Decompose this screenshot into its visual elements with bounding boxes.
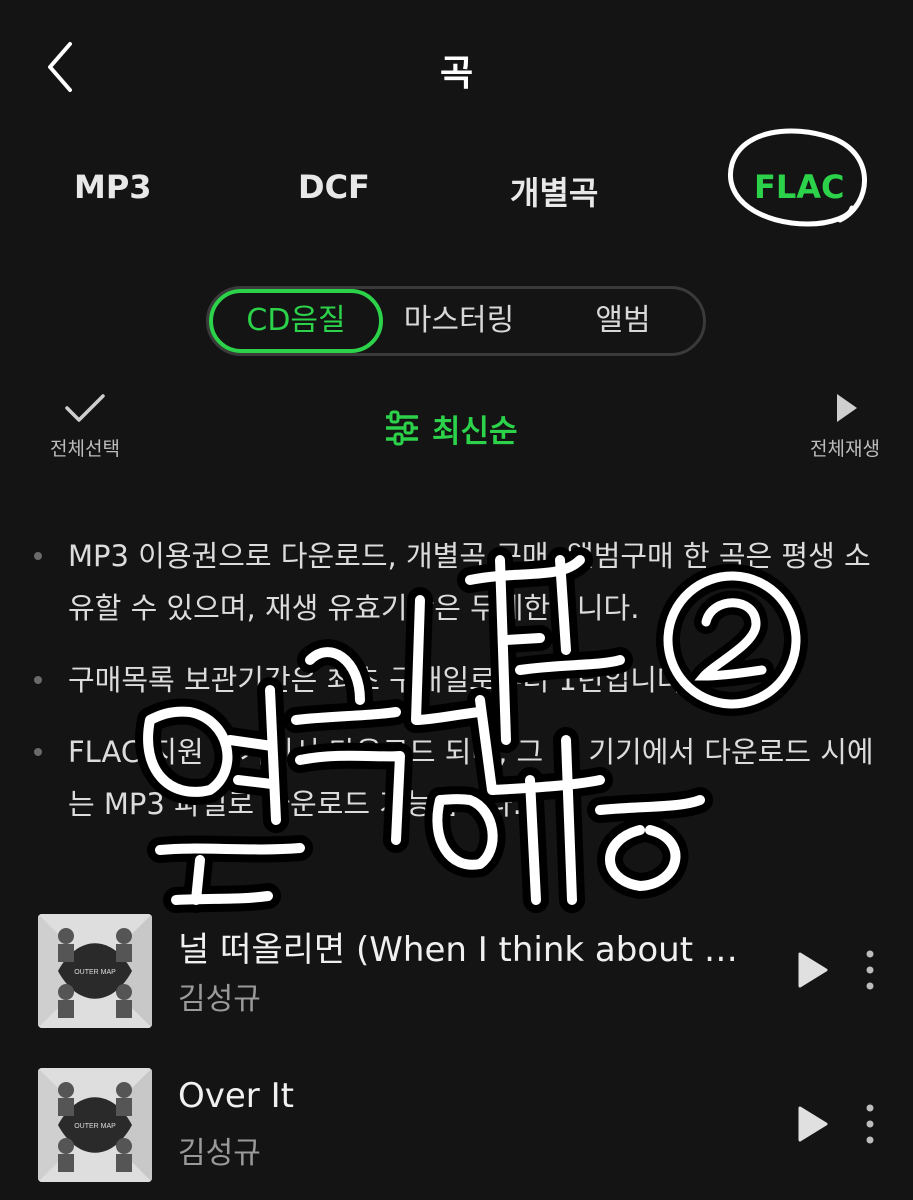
tab-dcf[interactable]: DCF xyxy=(298,168,370,206)
segment-mastering[interactable]: 마스터링 xyxy=(379,289,539,353)
play-button[interactable] xyxy=(790,948,834,992)
play-button[interactable] xyxy=(790,1102,834,1146)
song-artist: 김성규 xyxy=(178,982,261,1017)
notice-item: MP3 이용권으로 다운로드, 개별곡 구매, 앨범구매 한 곡은 평생 소유할… xyxy=(32,530,882,634)
album-cover-text: OUTER MAP xyxy=(74,1123,116,1130)
play-icon xyxy=(837,394,857,422)
notice-text: 구매목록 보관기간은 최초 구매일로부터 1년입니다. xyxy=(68,663,693,697)
play-all-button[interactable]: 전체재생 xyxy=(800,390,890,461)
segment-cd-quality[interactable]: CD음질 xyxy=(209,289,383,353)
song-artist: 김성규 xyxy=(178,1136,261,1171)
more-vertical-icon xyxy=(866,950,874,990)
more-options-button[interactable] xyxy=(858,948,882,992)
more-vertical-icon xyxy=(866,1104,874,1144)
page-title: 곡 xyxy=(439,53,474,94)
bullet-icon xyxy=(34,552,42,560)
header: 곡 xyxy=(0,0,913,130)
album-cover[interactable]: OUTER MAP xyxy=(38,914,152,1028)
segment-album[interactable]: 앨범 xyxy=(543,289,703,353)
album-cover[interactable]: OUTER MAP xyxy=(38,1068,152,1182)
notice-text: MP3 이용권으로 다운로드, 개별곡 구매, 앨범구매 한 곡은 평생 소유할… xyxy=(68,539,871,625)
play-all-label: 전체재생 xyxy=(810,438,880,460)
sort-button[interactable]: 최신순 xyxy=(384,406,518,450)
list-toolbar: 전체선택 최신순 전체재생 xyxy=(0,390,913,470)
album-cover-text: OUTER MAP xyxy=(74,969,116,976)
bullet-icon xyxy=(34,748,42,756)
select-all-label: 전체선택 xyxy=(50,438,120,460)
notice-list: MP3 이용권으로 다운로드, 개별곡 구매, 앨범구매 한 곡은 평생 소유할… xyxy=(32,530,882,850)
tab-flac[interactable]: FLAC xyxy=(754,168,845,206)
sliders-icon xyxy=(386,410,418,446)
more-options-button[interactable] xyxy=(858,1102,882,1146)
notice-text: FLAC 지원 기기에서 다운로드 되며, 그 외 기기에서 다운로드 시에는 … xyxy=(68,735,874,821)
song-row[interactable]: OUTER MAP 널 떠올리면 (When I think about you… xyxy=(0,914,913,1034)
bullet-icon xyxy=(34,676,42,684)
quality-segmented-control: CD음질 마스터링 앨범 xyxy=(206,286,706,356)
tab-mp3[interactable]: MP3 xyxy=(74,168,152,206)
tab-individual-songs[interactable]: 개별곡 xyxy=(510,168,598,214)
play-icon xyxy=(798,952,828,988)
select-all-button[interactable]: 전체선택 xyxy=(40,390,130,461)
song-row[interactable]: OUTER MAP Over It 김성규 xyxy=(0,1068,913,1188)
format-tabs: MP3 DCF 개별곡 FLAC xyxy=(0,160,913,220)
song-title[interactable]: 널 떠올리면 (When I think about you) xyxy=(178,922,738,971)
notice-item: FLAC 지원 기기에서 다운로드 되며, 그 외 기기에서 다운로드 시에는 … xyxy=(32,726,882,830)
check-icon xyxy=(65,394,105,422)
play-icon xyxy=(798,1106,828,1142)
notice-item: 구매목록 보관기간은 최초 구매일로부터 1년입니다. xyxy=(32,654,882,706)
sort-label: 최신순 xyxy=(432,413,518,450)
song-title[interactable]: Over It xyxy=(178,1076,738,1116)
